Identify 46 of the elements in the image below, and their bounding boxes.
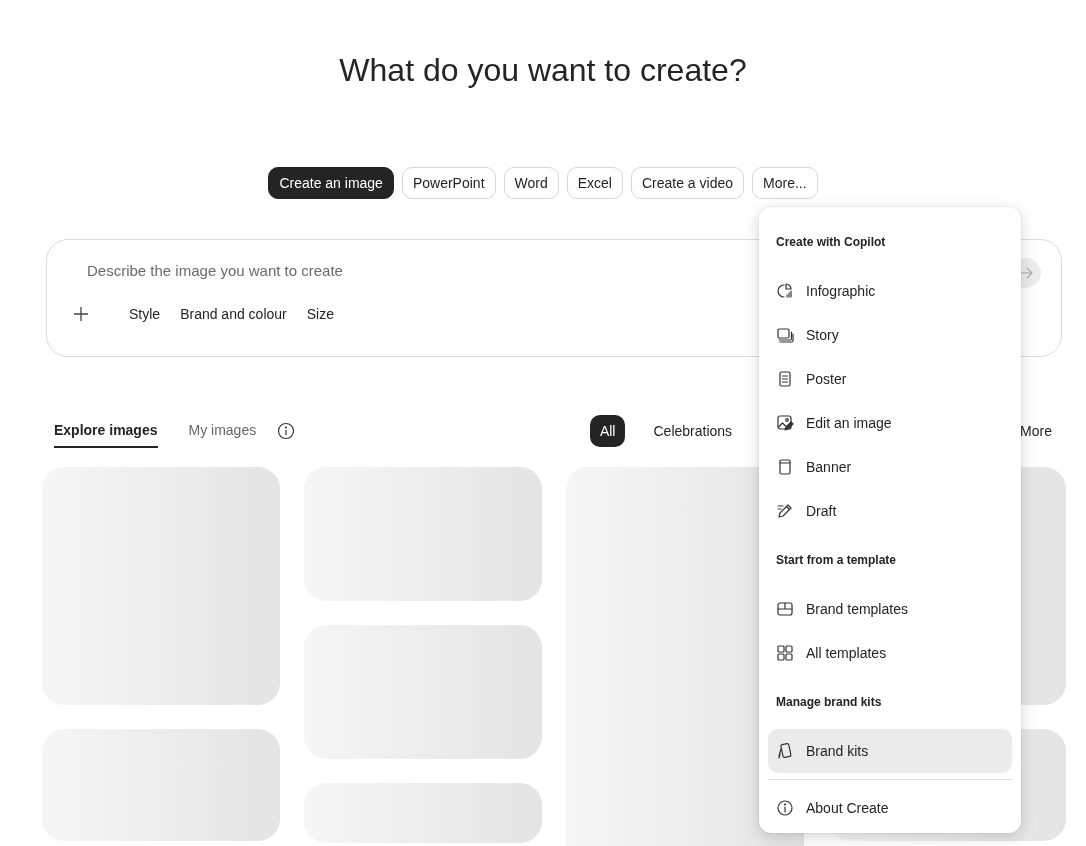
info-icon	[776, 799, 794, 817]
banner-icon	[776, 458, 794, 476]
arrow-icon	[1018, 265, 1034, 281]
menu-heading: Create with Copilot	[775, 234, 887, 251]
create-chip[interactable]: Excel	[566, 167, 623, 199]
document-icon	[776, 370, 794, 388]
create-chip[interactable]: Create a video	[630, 167, 744, 199]
create-chip[interactable]: More...	[752, 167, 818, 199]
menu-item[interactable]: About Create	[768, 786, 1012, 830]
filter-chip[interactable]: More	[1016, 415, 1056, 447]
info-icon[interactable]	[277, 422, 296, 440]
prompt-option[interactable]: Style	[129, 306, 161, 322]
image-placeholder[interactable]	[42, 729, 280, 841]
menu-item[interactable]: Poster	[768, 357, 1012, 401]
add-icon[interactable]	[73, 306, 89, 322]
image-placeholder[interactable]	[42, 467, 280, 705]
menu-item[interactable]: Draft	[768, 489, 1012, 533]
pencil-icon	[776, 502, 794, 520]
menu-heading: Start from a template	[775, 552, 898, 569]
image-placeholder[interactable]	[304, 625, 542, 759]
grid-icon	[776, 644, 794, 662]
gallery-tab[interactable]: My images	[188, 414, 257, 448]
layout-icon	[776, 600, 794, 618]
menu-item[interactable]: Banner	[768, 445, 1012, 489]
create-chip[interactable]: Word	[503, 167, 559, 199]
cards-icon	[776, 742, 794, 760]
menu-item[interactable]: Brand kits	[768, 729, 1012, 773]
gallery-tab[interactable]: Explore images	[54, 414, 158, 448]
chart-icon	[776, 282, 794, 300]
filter-chip[interactable]: All	[589, 415, 626, 447]
stacked-pages-icon	[776, 326, 794, 344]
image-placeholder[interactable]	[304, 783, 542, 843]
menu-item[interactable]: Story	[768, 313, 1012, 357]
create-chip[interactable]: PowerPoint	[401, 167, 496, 199]
prompt-option[interactable]: Size	[306, 306, 334, 322]
menu-item[interactable]: Infographic	[768, 269, 1012, 313]
menu-item[interactable]: Brand templates	[768, 587, 1012, 631]
prompt-option[interactable]: Brand and colour	[180, 306, 287, 322]
menu-item[interactable]: Edit an image	[768, 401, 1012, 445]
menu-heading: Manage brand kits	[775, 694, 883, 711]
filter-chip[interactable]: Celebrations	[643, 415, 743, 447]
image-placeholder[interactable]	[304, 467, 542, 601]
menu-item[interactable]: All templates	[768, 631, 1012, 675]
page-heading: What do you want to create?	[338, 51, 748, 90]
image-edit-icon	[776, 414, 794, 432]
create-chip[interactable]: Create an image	[268, 167, 394, 199]
